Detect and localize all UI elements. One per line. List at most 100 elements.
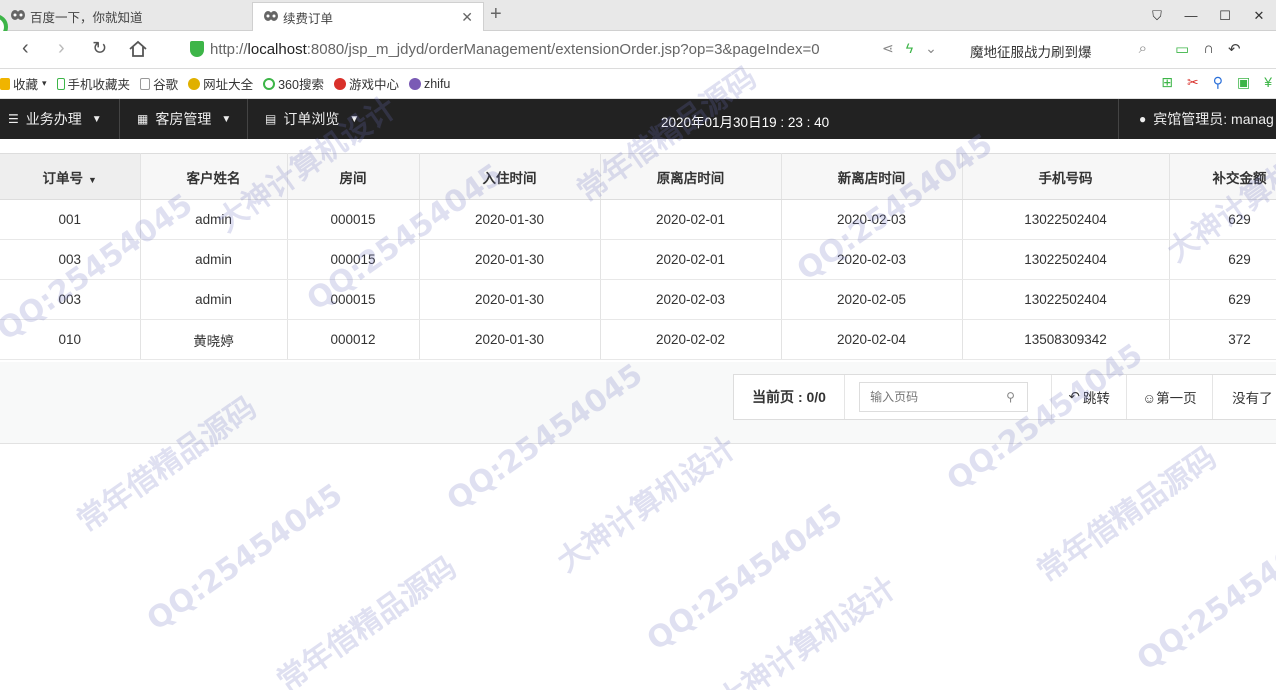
cell: 13022502404: [962, 239, 1170, 280]
search-icon[interactable]: ⌕: [1139, 40, 1147, 57]
watermark-text: QQ:25454045: [640, 497, 850, 658]
col-original-checkout[interactable]: 原离店时间: [600, 153, 782, 200]
url-text: http://localhost:8080/jsp_m_jdyd/orderMa…: [210, 41, 820, 58]
undo-icon[interactable]: ↶: [1228, 40, 1241, 58]
scissors-icon[interactable]: ✂: [1187, 74, 1199, 91]
back-icon[interactable]: ‹: [22, 37, 29, 60]
cell: 000015: [287, 279, 420, 320]
col-new-checkout[interactable]: 新离店时间: [781, 153, 963, 200]
cell: 2020-02-03: [781, 239, 963, 280]
cell: 2020-02-02: [600, 319, 782, 360]
address-bar: ‹ › ↻ http://localhost:8080/jsp_m_jdyd/o…: [0, 31, 1276, 69]
col-order-no[interactable]: 订单号 ▼: [0, 153, 141, 200]
bookmark-mobile[interactable]: 手机收藏夹: [56, 74, 130, 93]
table-header-row: 订单号 ▼ 客户姓名 房间 入住时间 原离店时间 新离店时间 手机号码 补交金额: [0, 153, 1276, 200]
no-more-button[interactable]: 没有了: [1213, 375, 1276, 419]
order-table-wrapper: 订单号 ▼ 客户姓名 房间 入住时间 原离店时间 新离店时间 手机号码 补交金额 …: [0, 153, 1276, 360]
home-icon[interactable]: [128, 40, 148, 58]
col-customer-name[interactable]: 客户姓名: [140, 153, 288, 200]
sites-icon: [188, 77, 201, 90]
bookmark-favorites[interactable]: 收藏 ▾: [0, 74, 47, 93]
lightning-icon[interactable]: ϟ: [906, 40, 913, 57]
cell: 13022502404: [962, 279, 1170, 320]
jump-button[interactable]: ↶ 跳转: [1052, 375, 1128, 419]
cell: 010: [0, 319, 141, 360]
magnifier-icon[interactable]: ⚲: [1213, 74, 1223, 91]
headset-icon[interactable]: ∩: [1203, 40, 1214, 58]
cell: 2020-02-04: [781, 319, 963, 360]
table-row[interactable]: 010 黄晓婷 000012 2020-01-30 2020-02-02 202…: [0, 319, 1276, 360]
battery-icon[interactable]: ▭: [1175, 40, 1189, 58]
chevron-down-icon[interactable]: ⌄: [925, 40, 937, 57]
cell: 629: [1169, 279, 1276, 320]
list-alt-icon: ▤: [265, 112, 277, 126]
bookmark-zhifu[interactable]: zhifu: [408, 77, 450, 91]
minimize-icon[interactable]: —: [1174, 0, 1208, 31]
caret-down-icon: ▼: [349, 113, 360, 125]
first-page-button[interactable]: ☺第一页: [1127, 375, 1213, 419]
page-number-input[interactable]: [859, 382, 1029, 412]
cell: 13022502404: [962, 199, 1170, 240]
cell: 2020-01-30: [419, 239, 601, 280]
col-extra-amount[interactable]: 补交金额: [1169, 153, 1276, 200]
watermark-text: 大神计算机设计: [710, 570, 904, 690]
share-icon[interactable]: ⋖: [882, 40, 894, 57]
bookmark-games[interactable]: 游戏中心: [333, 74, 399, 93]
watermark-text: 常年借精品源码: [270, 550, 464, 690]
cell: 2020-02-01: [600, 199, 782, 240]
cell: 2020-02-03: [600, 279, 782, 320]
cell: admin: [140, 239, 288, 280]
cell: 2020-01-30: [419, 279, 601, 320]
building-icon: ▦: [137, 112, 149, 126]
menu-rooms[interactable]: ▦ 客房管理 ▼: [120, 99, 248, 139]
window-controls: ⛉ — ☐ ✕: [1140, 0, 1276, 31]
bookmark-360search[interactable]: 360搜索: [263, 74, 324, 93]
watermark-text: QQ:25454045: [140, 477, 350, 638]
table-row[interactable]: 003 admin 000015 2020-01-30 2020-02-01 2…: [0, 239, 1276, 280]
cell: 2020-02-03: [781, 199, 963, 240]
caret-down-icon: ▼: [91, 113, 102, 125]
bookmark-sites[interactable]: 网址大全: [188, 74, 253, 93]
cell: 2020-01-30: [419, 319, 601, 360]
cell: 003: [0, 239, 141, 280]
yen-icon[interactable]: ¥: [1264, 74, 1272, 91]
watermark-text: 大神计算机设计: [550, 430, 744, 580]
skin-icon[interactable]: ⛉: [1140, 0, 1174, 31]
close-window-icon[interactable]: ✕: [1242, 0, 1276, 31]
cell: 629: [1169, 239, 1276, 280]
table-row[interactable]: 001 admin 000015 2020-01-30 2020-02-01 2…: [0, 199, 1276, 240]
col-phone[interactable]: 手机号码: [962, 153, 1170, 200]
order-table: 订单号 ▼ 客户姓名 房间 入住时间 原离店时间 新离店时间 手机号码 补交金额 …: [0, 153, 1276, 360]
bookmark-google[interactable]: 谷歌: [140, 74, 178, 93]
search-field[interactable]: 魔地征服战力刷到爆 ⌕: [962, 37, 1157, 63]
translate-icon[interactable]: ⊞: [1161, 74, 1173, 91]
360-icon: [263, 77, 276, 90]
phone-icon: [56, 77, 65, 90]
forward-icon[interactable]: ›: [58, 37, 65, 60]
col-checkin-date[interactable]: 入住时间: [419, 153, 601, 200]
admin-user[interactable]: ● 宾馆管理员: manag: [1118, 99, 1274, 139]
cell: 001: [0, 199, 141, 240]
caret-down-icon: ▼: [221, 113, 232, 125]
maximize-icon[interactable]: ☐: [1208, 0, 1242, 31]
close-tab-icon[interactable]: ✕: [461, 9, 473, 26]
sort-caret-icon: ▼: [88, 174, 97, 185]
reload-icon[interactable]: ↻: [92, 38, 107, 59]
url-field[interactable]: http://localhost:8080/jsp_m_jdyd/orderMa…: [182, 37, 952, 63]
cell: 000012: [287, 319, 420, 360]
mask-icon: [11, 10, 25, 20]
tab-extension-order[interactable]: 续费订单 ✕: [252, 2, 484, 31]
tab-baidu[interactable]: 百度一下，你就知道: [0, 2, 250, 31]
table-row[interactable]: 003 admin 000015 2020-01-30 2020-02-03 2…: [0, 279, 1276, 320]
game-icon: [333, 77, 346, 90]
col-room[interactable]: 房间: [287, 153, 420, 200]
cell: 000015: [287, 199, 420, 240]
gamepad-icon[interactable]: ▣: [1237, 74, 1250, 91]
browser-tab-bar: 百度一下，你就知道 续费订单 ✕ + ⛉ — ☐ ✕: [0, 0, 1276, 31]
new-tab-icon[interactable]: +: [490, 3, 502, 26]
cell: 13508309342: [962, 319, 1170, 360]
menu-orders[interactable]: ▤ 订单浏览 ▼: [248, 99, 378, 139]
menu-business[interactable]: ☰ 业务办理 ▼: [0, 99, 120, 139]
cell: admin: [140, 199, 288, 240]
current-page-label: 当前页 : 0/0: [734, 375, 846, 419]
